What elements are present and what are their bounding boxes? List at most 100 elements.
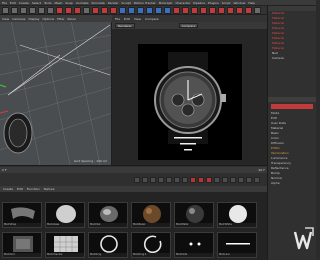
viewport-menu-item[interactable]: Display [28,17,39,21]
menu-item[interactable]: Script [222,1,231,5]
previous-key-icon[interactable] [142,176,148,183]
floor-icon[interactable] [164,6,171,14]
rotation-key-icon[interactable] [230,176,236,183]
menu-item[interactable]: Motion Tracker [134,1,156,5]
previous-frame-icon[interactable] [150,176,156,183]
spline-icon[interactable] [128,6,135,14]
renderer-dropdown[interactable]: Renderer [115,23,135,28]
z-axis-icon[interactable] [74,6,81,14]
scale-key-icon[interactable] [222,176,228,183]
undo-icon[interactable] [2,6,9,14]
material-swatch[interactable]: Mat.Ring.1 [131,232,171,258]
material-swatch[interactable]: Mat.Dial [88,202,128,228]
select-icon[interactable] [20,6,27,14]
light-icon[interactable] [182,6,189,14]
point-level-key-icon[interactable] [246,176,252,183]
menu-item[interactable]: Help [248,1,255,5]
menu-item[interactable]: Edit [10,1,16,5]
material-swatch[interactable]: Mat.Metal [174,202,214,228]
menu-item[interactable]: Create [19,1,29,5]
menu-item[interactable]: Mesh [54,1,62,5]
position-key-icon[interactable] [214,176,220,183]
menu-item[interactable]: Select [32,1,41,5]
perspective-viewport[interactable] [0,15,112,165]
render-menu-item[interactable]: Compare [145,17,159,21]
material-swatch[interactable]: Mat.Grid [2,232,42,258]
light-icon-8[interactable] [245,6,252,14]
render-menu-item[interactable]: Edit [124,17,130,21]
light-icon-2[interactable] [191,6,198,14]
light-icon-5[interactable] [218,6,225,14]
autokey-icon[interactable] [198,176,204,183]
camera-icon[interactable] [173,6,180,14]
menu-item[interactable]: Tools [44,1,51,5]
light-icon-3[interactable] [200,6,207,14]
scale-icon[interactable] [38,6,45,14]
material-swatch[interactable]: Mat.Ring [88,232,128,258]
material-swatch[interactable]: Mat.Glass [45,202,85,228]
render-menu-item[interactable]: View [134,17,141,21]
material-menu-item[interactable]: Create [3,187,13,191]
menu-item[interactable]: Pipeline [193,1,205,5]
rotate-icon[interactable] [47,6,54,14]
menu-item[interactable]: Plugins [208,1,219,5]
attribute-row[interactable]: Alpha [268,181,316,186]
render-view-toolbar: Renderer Compare [112,22,267,29]
parameter-key-icon[interactable] [238,176,244,183]
viewport-menu-item[interactable]: Cameras [12,17,25,21]
record-icon[interactable] [190,176,196,183]
viewport-menu: View Cameras Display Options Filter Pane… [0,15,112,22]
go-to-end-icon[interactable] [182,176,188,183]
material-swatch[interactable]: Mat.Line [217,232,257,258]
layout-icon[interactable] [254,6,261,14]
viewport-menu-item[interactable]: Options [43,17,55,21]
next-frame-icon[interactable] [166,176,172,183]
move-icon[interactable] [29,6,36,14]
material-swatch[interactable]: Mat.Checker [45,232,85,258]
redo-icon[interactable] [11,6,18,14]
coordinate-system-icon[interactable] [83,6,90,14]
viewport-scene [0,15,111,165]
keyframe-selection-icon[interactable] [206,176,212,183]
material-swatch[interactable]: Mat.Strap [2,202,42,228]
cube-icon[interactable] [119,6,126,14]
menu-item[interactable]: Animate [76,1,89,5]
menu-item[interactable]: Render [108,1,119,5]
material-swatch[interactable]: Mat.Bezel [131,202,171,228]
next-key-icon[interactable] [174,176,180,183]
menu-item[interactable]: Window [233,1,245,5]
render-view-icon[interactable] [92,6,99,14]
render-picture-viewer-icon[interactable] [101,6,108,14]
light-icon-6[interactable] [227,6,234,14]
deformer-icon[interactable] [155,6,162,14]
render-menu-item[interactable]: File [115,17,120,21]
nurbs-icon[interactable] [137,6,144,14]
menu-item[interactable]: Snap [65,1,73,5]
compare-dropdown[interactable]: Compare [178,23,199,28]
watch-render-image [154,52,226,151]
x-axis-icon[interactable] [56,6,63,14]
go-to-start-icon[interactable] [134,176,140,183]
menu-item[interactable]: File [2,1,7,5]
light-icon-7[interactable] [236,6,243,14]
viewport-menu-item[interactable]: View [2,17,9,21]
material-label: Mat.Line [218,253,256,257]
menu-item[interactable]: Simulate [92,1,105,5]
play-icon[interactable] [158,176,164,183]
menu-item[interactable]: MoGraph [159,1,173,5]
material-swatch[interactable]: Mat.Dots [174,232,214,258]
menu-item[interactable]: Sculpt [121,1,130,5]
material-menu-item[interactable]: Function [27,187,40,191]
material-menu-item[interactable]: Edit [17,187,23,191]
menu-item[interactable]: Character [175,1,190,5]
viewport-menu-item[interactable]: Panel [68,17,76,21]
render-settings-icon[interactable] [110,6,117,14]
array-icon[interactable] [146,6,153,14]
scheme-icon[interactable] [254,176,260,183]
timeline-ruler[interactable]: 0 F 90 F [0,167,267,173]
y-axis-icon[interactable] [65,6,72,14]
material-swatch[interactable]: Mat.White [217,202,257,228]
light-icon-4[interactable] [209,6,216,14]
viewport-menu-item[interactable]: Filter [57,17,64,21]
material-menu-item[interactable]: Texture [44,187,55,191]
